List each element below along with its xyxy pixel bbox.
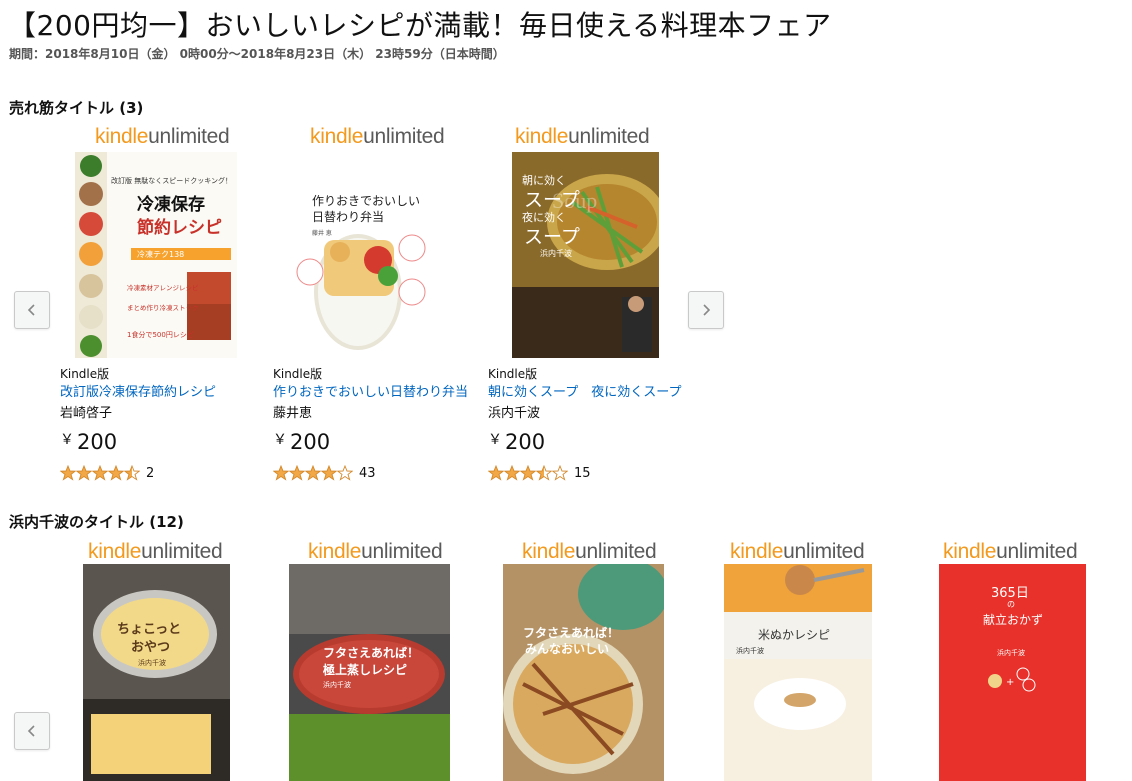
cover-art [503,564,664,774]
book-card[interactable]: kindleunlimited 改訂版 無駄なくスピードクッキング！ 冷凍保存 … [58,125,273,490]
star-full-icon [504,465,520,481]
chevron-left-icon [27,304,35,316]
cover-text: 1食分で500円レシピ [127,331,194,339]
kindle-unlimited-logo: kindleunlimited [522,540,657,563]
cover-title: 日替わり弁当 [312,210,385,224]
book-card[interactable]: kindleunlimited ちょこっと おやつ 浜内千波 [80,540,295,781]
star-full-icon [305,465,321,481]
cover-title: ちょこっと [117,622,182,637]
carousel-prev-button[interactable] [14,291,50,329]
star-half-icon [124,465,140,481]
cover-author: 浜内千波 [736,647,764,655]
book-format: Kindle版 [60,367,110,381]
star-rating[interactable]: 15 [488,465,591,481]
star-full-icon [92,465,108,481]
book-title-link[interactable]: 朝に効くスープ 夜に効くスープ [488,381,681,400]
cover-title: 冷凍保存 [137,195,205,215]
cover-author: 浜内千波 [540,249,572,258]
cover-art [296,234,426,350]
page-title: 【200円均一】おいしいレシピが満載！毎日使える料理本フェア [8,9,832,42]
star-rating[interactable]: 2 [60,465,154,481]
cover-author: 浜内千波 [997,649,1025,657]
carousel-prev-button[interactable] [14,712,50,750]
cover-title: フタさえあれば！ [523,626,620,640]
cover-title: フタさえあれば！ [323,646,420,660]
book-cover[interactable]: 米ぬかレシピ 浜内千波 [724,564,872,781]
cover-title: の [1007,600,1015,609]
book-cover[interactable]: フタさえあれば！ 極上蒸しレシピ 浜内千波 [289,564,450,781]
book-author: 岩崎啓子 [60,406,113,421]
book-price: ￥ 200 [488,430,546,454]
cover-title: 節約レシピ [137,218,222,238]
sale-period: 期間：2018年8月10日（金） 0時00分〜2018年8月23日（木） 23時… [9,47,505,61]
book-price: ￥ 200 [273,430,331,454]
cover-author: 藤井 恵 [312,230,332,237]
cover-author: 浜内千波 [138,659,166,667]
stars [273,465,353,481]
book-cover[interactable]: + 365日 の 献立おかず 浜内千波 [939,564,1086,781]
book-cover[interactable]: ちょこっと おやつ 浜内千波 [83,564,230,781]
cover-title: 作りおきでおいしい [312,194,421,208]
book-card[interactable]: kindleunlimited 朝に効く スープ Soup 夜に効く スープ 浜… [488,125,703,490]
cover-title: おやつ [131,640,171,655]
book-card[interactable]: kindleunlimited フタさえあれば！ みんなおいしい [500,540,715,781]
cover-title: 極上蒸しレシピ [323,663,408,677]
book-cover[interactable]: 作りおきでおいしい 日替わり弁当 藤井 恵 [280,152,436,358]
star-rating[interactable]: 43 [273,465,376,481]
star-half-icon [536,465,552,481]
star-full-icon [60,465,76,481]
cover-text: 冷凍素材アレンジレシピ [127,284,199,292]
kindle-unlimited-logo: kindleunlimited [88,540,223,563]
section-title-bestsellers[interactable]: 売れ筋タイトル (3) [9,97,143,118]
book-title-link[interactable]: 作りおきでおいしい日替わり弁当 [273,381,468,400]
book-card[interactable]: kindleunlimited 作りおきでおいしい 日替わり弁当 藤井 恵 Ki… [273,125,488,490]
cover-author: 浜内千波 [323,681,351,689]
book-cover[interactable]: 朝に効く スープ Soup 夜に効く スープ 浜内千波 [512,152,659,358]
star-empty-icon [552,465,568,481]
book-cover[interactable]: 改訂版 無駄なくスピードクッキング！ 冷凍保存 節約レシピ 冷凍テク138 冷凍… [75,152,237,358]
kindle-unlimited-logo: kindleunlimited [310,125,445,148]
kindle-unlimited-logo: kindleunlimited [730,540,865,563]
star-full-icon [321,465,337,481]
book-card[interactable]: kindleunlimited フタさえあれば！ 極上蒸しレシピ 浜内千波 [285,540,500,781]
book-author: 浜内千波 [488,406,541,421]
stars [60,465,140,481]
review-count[interactable]: 15 [574,466,591,481]
chevron-left-icon [27,725,35,737]
book-cover[interactable]: フタさえあれば！ みんなおいしい [503,564,664,781]
star-full-icon [488,465,504,481]
kindle-unlimited-logo: kindleunlimited [308,540,443,563]
svg-text:+: + [1006,677,1014,688]
section-title-author[interactable]: 浜内千波のタイトル (12) [9,511,184,532]
cover-title: 米ぬかレシピ [758,628,831,642]
cover-title: スープ [524,226,580,248]
kindle-unlimited-logo: kindleunlimited [515,125,650,148]
star-empty-icon [337,465,353,481]
book-price: ￥ 200 [60,430,118,454]
star-full-icon [108,465,124,481]
book-title-link[interactable]: 改訂版冷凍保存節約レシピ [60,381,216,400]
review-count[interactable]: 43 [359,466,376,481]
book-card[interactable]: kindleunlimited 米ぬかレシピ 浜内千波 [715,540,930,781]
cover-text: まとめ作り冷凍ストック [127,304,199,312]
cover-text: 冷凍テク138 [137,250,185,259]
star-full-icon [520,465,536,481]
review-count[interactable]: 2 [146,466,154,481]
star-full-icon [76,465,92,481]
kindle-unlimited-logo: kindleunlimited [95,125,230,148]
cover-title: みんなおいしい [525,642,610,656]
kindle-unlimited-logo: kindleunlimited [943,540,1078,563]
cover-art [83,564,230,781]
cover-title: 献立おかず [983,613,1044,627]
book-format: Kindle版 [488,367,538,381]
cover-art [724,564,872,781]
book-card[interactable]: kindleunlimited + 365日 の 献立おかず 浜内千波 [930,540,1132,781]
star-full-icon [273,465,289,481]
cover-subtitle: 改訂版 無駄なくスピードクッキング！ [111,177,233,185]
book-format: Kindle版 [273,367,323,381]
book-author: 藤井恵 [273,406,313,421]
stars [488,465,568,481]
star-full-icon [289,465,305,481]
